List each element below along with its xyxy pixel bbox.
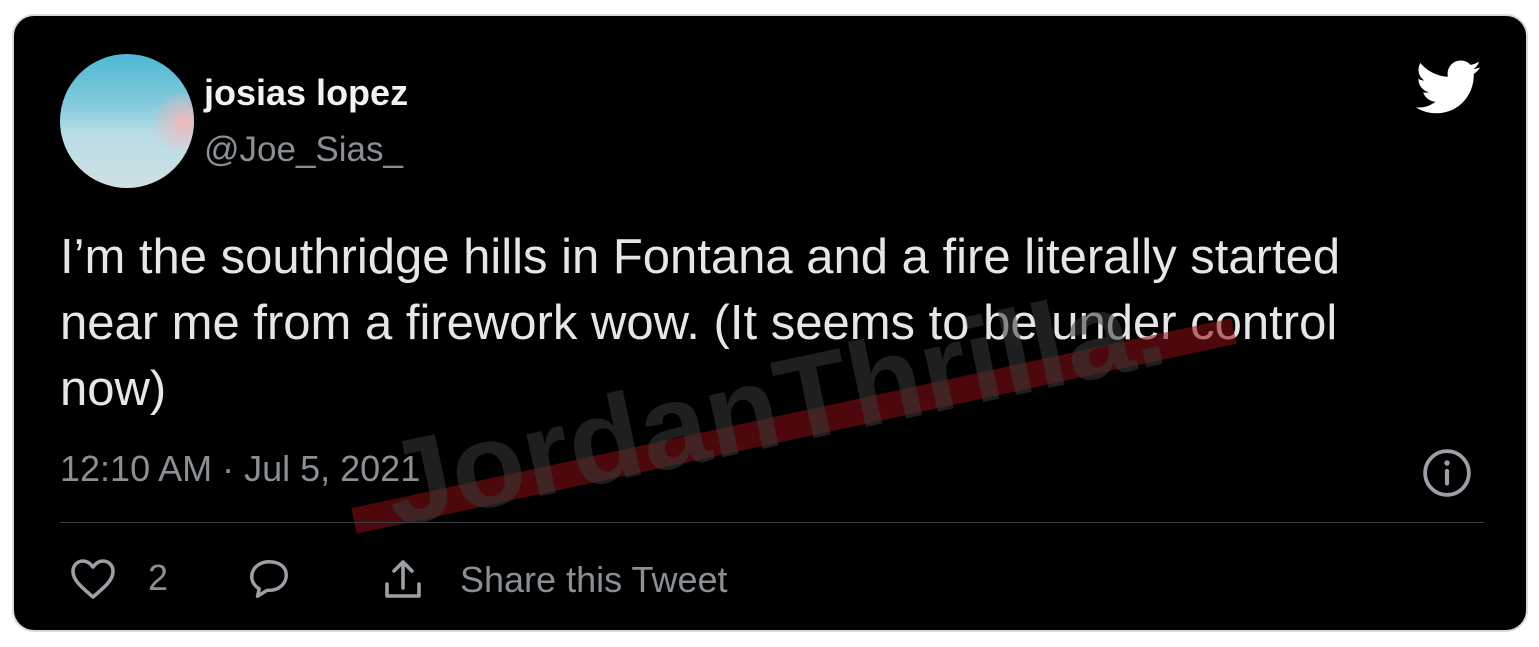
twitter-bird-icon[interactable]: [1416, 60, 1482, 116]
share-label: Share this Tweet: [460, 559, 728, 600]
share-icon: [385, 560, 421, 598]
avatar[interactable]: [60, 54, 194, 188]
reply-icon: [250, 560, 288, 598]
info-icon[interactable]: [1422, 448, 1472, 498]
like-count: 2: [148, 557, 169, 598]
like-button[interactable]: 2: [68, 556, 168, 600]
tweet-timestamp[interactable]: 12:10 AM · Jul 5, 2021: [60, 448, 420, 490]
tweet-card: josias lopez @Joe_Sias_ I’m the southrid…: [12, 14, 1528, 632]
tweet-text: I’m the southridge hills in Fontana and …: [60, 230, 1341, 416]
display-name[interactable]: josias lopez: [204, 72, 408, 114]
heart-icon: [71, 559, 115, 599]
share-tweet-button[interactable]: Share this Tweet: [378, 556, 728, 604]
reply-button[interactable]: [244, 556, 294, 602]
divider: [60, 522, 1484, 523]
user-handle[interactable]: @Joe_Sias_: [204, 130, 403, 170]
